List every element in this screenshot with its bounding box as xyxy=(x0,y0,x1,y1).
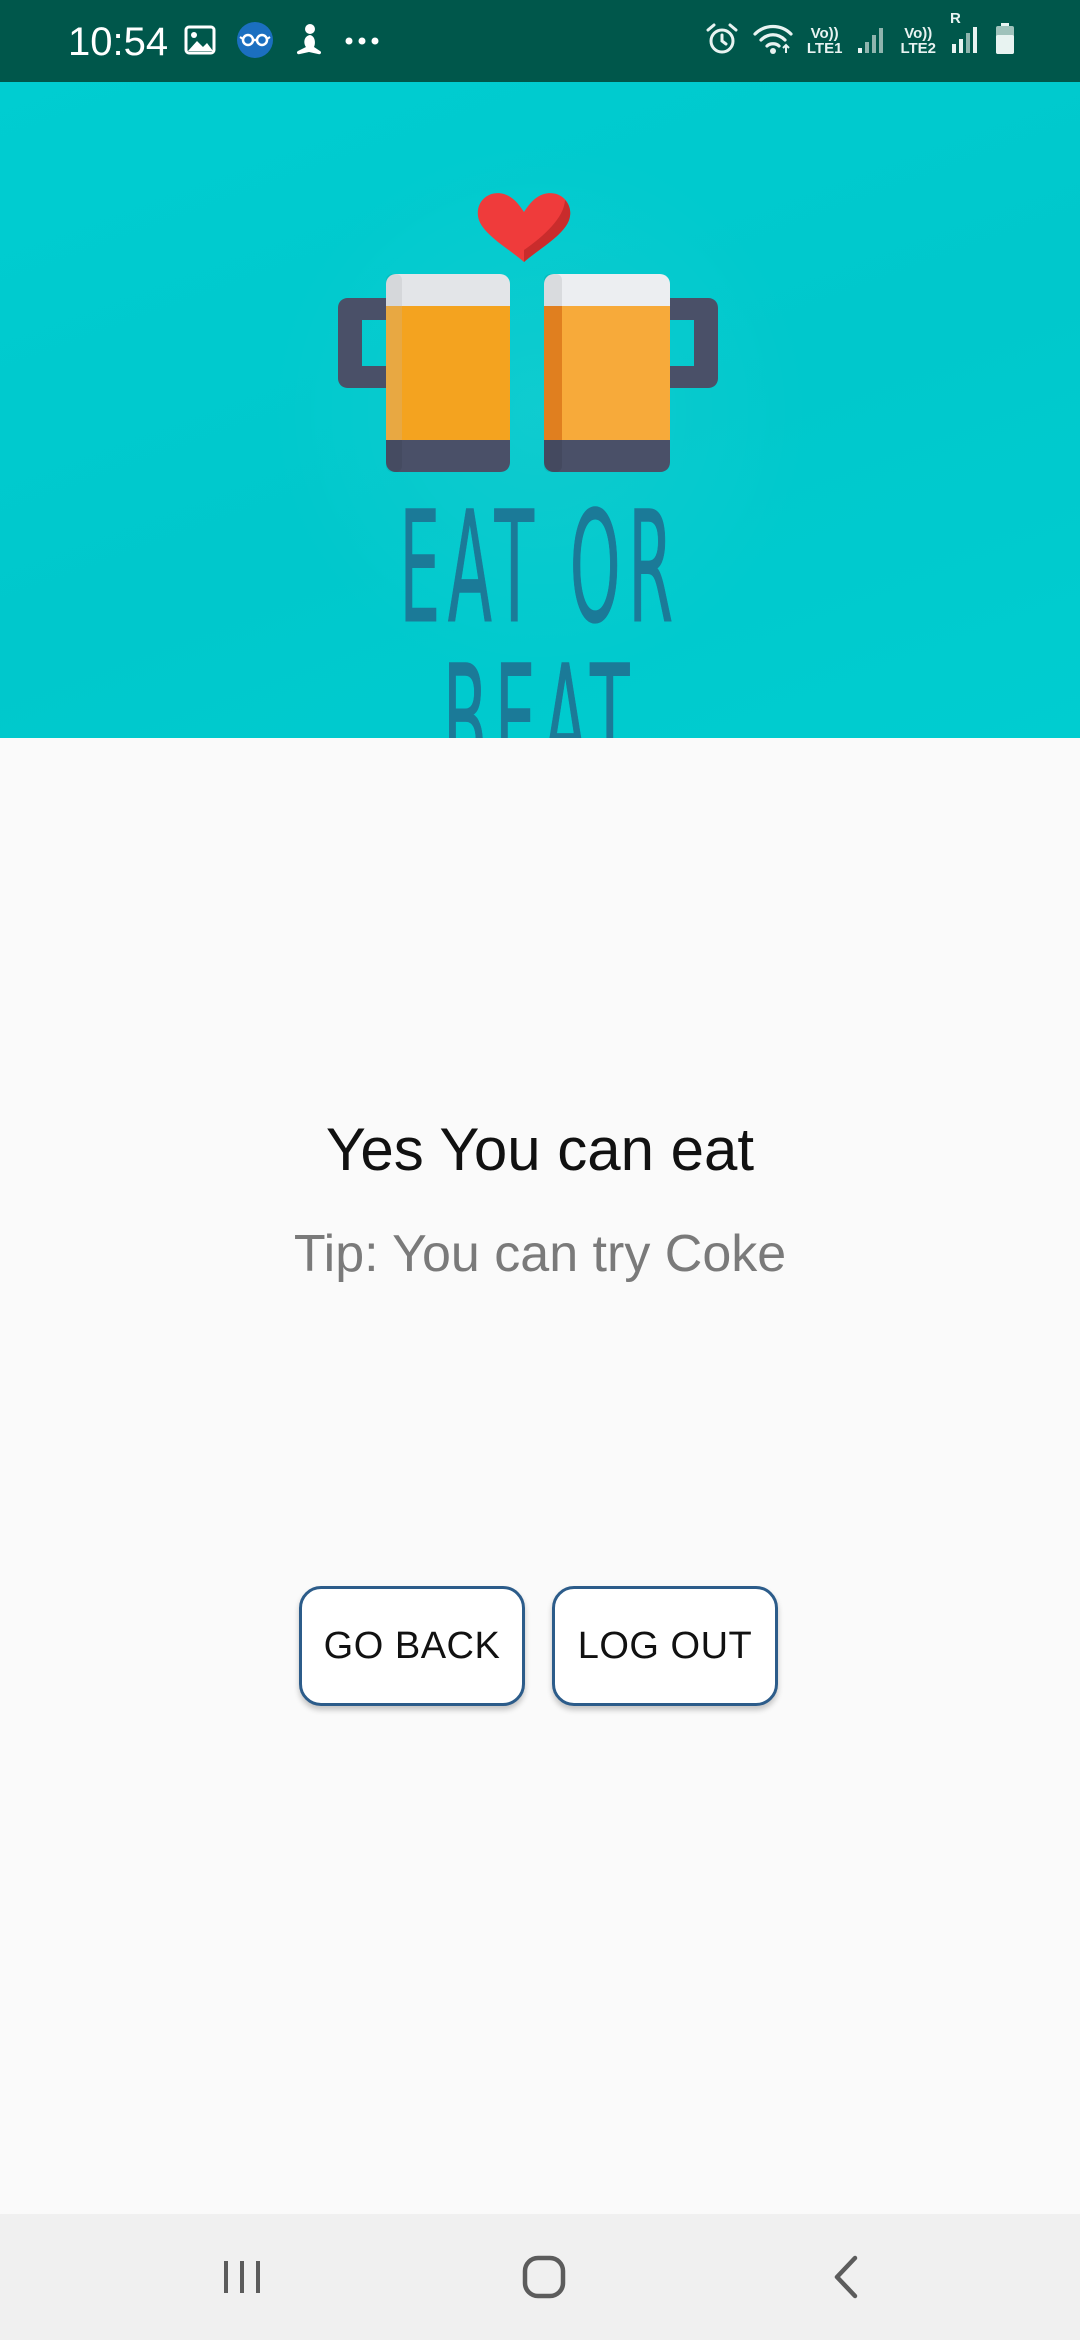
sim2-lte-label: LTE2 xyxy=(900,40,936,57)
gallery-icon xyxy=(184,25,216,60)
status-bar: 10:54 Vo)) LTE1 Vo)) LTE2 R xyxy=(0,0,1080,82)
glasses-app-icon xyxy=(236,21,274,64)
home-icon xyxy=(522,2255,566,2299)
status-right-icons: Vo)) LTE1 Vo)) LTE2 R xyxy=(705,10,1016,64)
wifi-icon xyxy=(753,23,793,60)
back-icon xyxy=(834,2255,858,2299)
result-tip: Tip: You can try Coke xyxy=(293,1225,787,1283)
beer-mug-right-icon xyxy=(544,274,718,472)
sim1-label: Vo)) LTE1 xyxy=(807,26,843,56)
system-navigation-bar xyxy=(0,2214,1080,2340)
more-dots-icon xyxy=(344,33,380,51)
go-back-button[interactable]: GO BACK xyxy=(299,1586,525,1706)
sim2-label: Vo)) LTE2 xyxy=(900,26,936,56)
back-button[interactable] xyxy=(766,2214,926,2340)
result-title: Yes You can eat xyxy=(325,1116,755,1183)
log-out-button[interactable]: LOG OUT xyxy=(552,1586,778,1706)
meditation-icon xyxy=(294,23,324,62)
sim1-lte-label: LTE1 xyxy=(806,40,843,57)
beer-mug-left-icon xyxy=(338,274,510,472)
battery-icon xyxy=(994,22,1016,61)
signal-sim1-icon xyxy=(856,24,886,59)
heart-icon xyxy=(477,193,571,262)
app-logo-art xyxy=(338,193,718,472)
home-button[interactable] xyxy=(464,2214,624,2340)
status-left-icons xyxy=(184,21,380,64)
sim2-volte-label: Vo)) xyxy=(904,25,933,42)
recents-button[interactable] xyxy=(162,2214,322,2340)
alarm-icon xyxy=(705,22,739,61)
logo-wordmark: EAT OR BEAT xyxy=(399,479,681,738)
status-time: 10:54 xyxy=(68,20,169,64)
app-header-banner: EAT OR BEAT xyxy=(0,82,1080,738)
roaming-label: R xyxy=(950,9,961,27)
sim1-volte-label: Vo)) xyxy=(810,25,839,42)
signal-sim2-icon: R xyxy=(950,10,980,59)
recents-icon xyxy=(224,2261,260,2293)
